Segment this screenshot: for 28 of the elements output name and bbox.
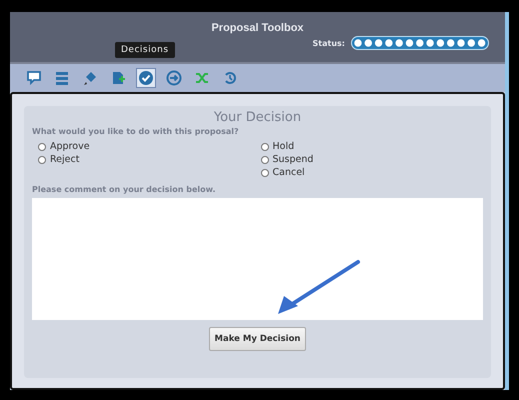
- check-icon: [138, 70, 154, 86]
- status-label: Status:: [312, 38, 345, 48]
- radio-button[interactable]: [260, 156, 268, 164]
- radio-button[interactable]: [260, 168, 268, 176]
- check-tool-button[interactable]: [136, 68, 156, 88]
- list-icon: [54, 70, 70, 86]
- radio-button[interactable]: [260, 142, 268, 150]
- comment-icon: [26, 70, 42, 86]
- option-label: Cancel: [272, 167, 305, 178]
- window-title: Proposal Toolbox: [210, 21, 305, 34]
- option-label: Approve: [50, 141, 90, 152]
- option-label: Hold: [272, 141, 294, 152]
- question-label: What would you like to do with this proposal?: [32, 127, 240, 136]
- add-icon: [110, 70, 126, 86]
- comment-label: Please comment on your decision below.: [32, 185, 217, 194]
- option-label: Suspend: [272, 154, 314, 165]
- comment-field[interactable]: [32, 198, 483, 320]
- option-label: Reject: [50, 154, 80, 165]
- panel-title: Your Decision: [212, 110, 302, 125]
- arrow-tool-button[interactable]: [164, 68, 184, 88]
- pen-icon: [82, 70, 98, 86]
- radio-button[interactable]: [38, 156, 46, 164]
- radio-button[interactable]: [38, 142, 46, 150]
- comment-tool-button[interactable]: [24, 68, 44, 88]
- shuffle-icon: [194, 70, 210, 86]
- tooltip: Decisions: [115, 42, 175, 58]
- submit-button[interactable]: Make My Decision: [208, 327, 306, 351]
- status-progress-icon: [351, 36, 489, 50]
